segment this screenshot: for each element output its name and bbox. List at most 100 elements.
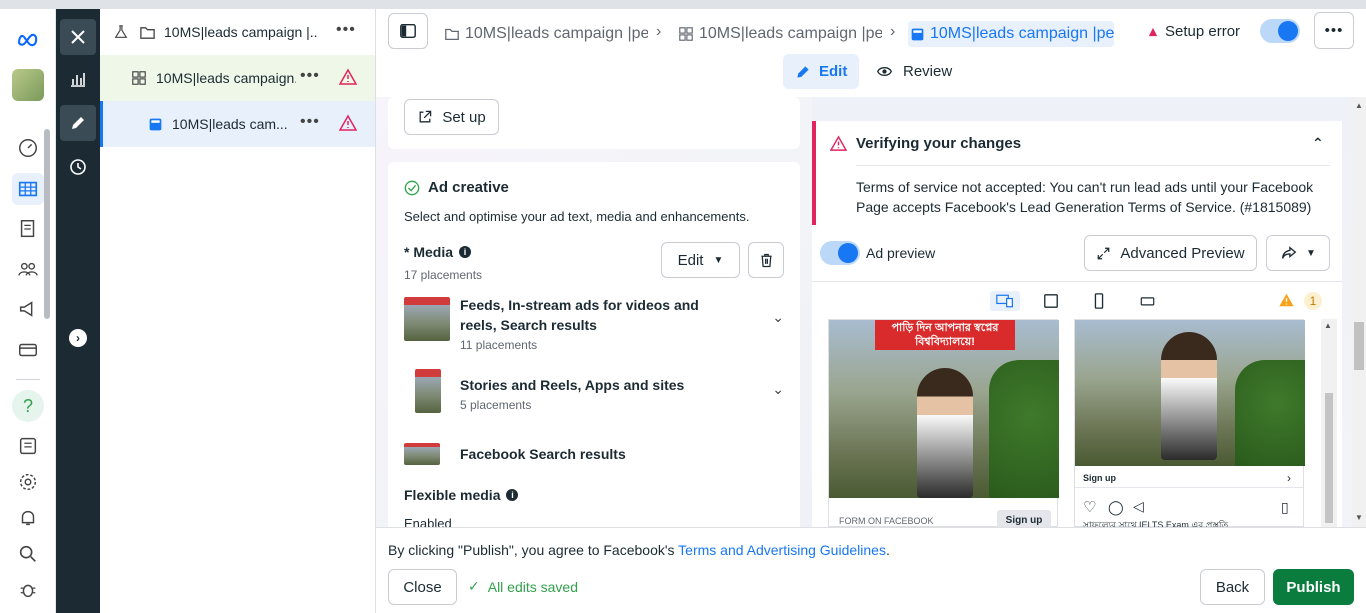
left-navigation-rail: ?: [0, 9, 56, 613]
external-link-icon: [419, 110, 432, 123]
rail-scrollbar[interactable]: [44, 129, 50, 319]
campaigns-megaphone-icon[interactable]: [12, 293, 44, 325]
charts-icon[interactable]: [60, 61, 96, 97]
back-label: Back: [1215, 578, 1250, 596]
advanced-preview-button[interactable]: Advanced Preview: [1084, 235, 1257, 271]
audiences-icon[interactable]: [12, 253, 44, 285]
mockup-caption: সাফল্যের সাথে IELTS Exam এর প্রস্তুতি: [1083, 520, 1229, 527]
breadcrumb-adset-label: 10MS|leads campaign |pe: [699, 25, 882, 42]
pages-icon[interactable]: [12, 213, 44, 245]
desktop-mobile-icon[interactable]: [990, 291, 1020, 311]
landscape-format-icon[interactable]: [1136, 291, 1158, 311]
close-button[interactable]: Close: [388, 569, 457, 605]
chevron-down-icon[interactable]: ⌄: [772, 381, 784, 398]
ad-image-headline: পাড়ি দিন আপনার স্বপ্নের বিশ্ববিদ্যালয়ে!: [875, 320, 1015, 350]
ad-preview-toggle[interactable]: [820, 241, 860, 265]
expand-chevron-icon[interactable]: ›: [69, 329, 87, 347]
info-icon[interactable]: i: [506, 489, 519, 501]
publish-label: Publish: [1286, 578, 1341, 596]
breadcrumb-campaign-label: 10MS|leads campaign |pe: [465, 25, 648, 42]
history-clock-icon[interactable]: [60, 149, 96, 185]
publish-consent-text: By clicking "Publish", you agree to Face…: [388, 542, 890, 558]
tree-item-adset[interactable]: 10MS|leads campaign... •••: [100, 55, 375, 101]
device-selector: 1: [812, 281, 1342, 319]
collapse-chevron-icon[interactable]: ⌃: [1312, 135, 1324, 152]
ad-creative-title: Ad creative: [428, 179, 509, 196]
media-edit-dropdown[interactable]: Edit ▼: [661, 242, 740, 278]
close-editor-icon[interactable]: [60, 19, 96, 55]
help-icon[interactable]: ?: [12, 390, 44, 422]
tree-item-ad[interactable]: 10MS|leads cam... •••: [100, 101, 375, 147]
tree-item-campaign[interactable]: 10MS|leads campaign |... •••: [100, 9, 375, 55]
trash-icon: [760, 253, 772, 267]
report-bug-icon[interactable]: [12, 574, 44, 606]
notifications-bell-icon[interactable]: [12, 502, 44, 534]
preview-scrollbar[interactable]: ▲ ▼: [1352, 97, 1366, 527]
feed-ad-mockup[interactable]: পাড়ি দিন আপনার স্বপ্নের বিশ্ববিদ্যালয়ে!…: [828, 319, 1059, 527]
breadcrumb-chevron-icon: ›: [890, 23, 896, 40]
settings-gear-icon[interactable]: [12, 466, 44, 498]
edit-mode-button[interactable]: Edit: [783, 54, 860, 89]
more-menu-button[interactable]: •••: [1314, 12, 1354, 49]
save-status: ✓ All edits saved: [468, 578, 578, 595]
set-up-button[interactable]: Set up: [404, 99, 499, 135]
set-up-label: Set up: [442, 108, 486, 126]
ad-preview-mockups: পাড়ি দিন আপনার স্বপ্নের বিশ্ববিদ্যালয়ে!…: [812, 319, 1342, 527]
back-button[interactable]: Back: [1200, 569, 1265, 605]
more-options-icon: •••: [1324, 22, 1344, 39]
media-label: * Media: [404, 244, 454, 260]
placement-title: Stories and Reels, Apps and sites: [460, 377, 685, 393]
media-edit-label: Edit: [677, 251, 704, 269]
verify-message: Terms of service not accepted: You can't…: [856, 179, 1314, 215]
consent-prefix: By clicking "Publish", you agree to Face…: [388, 542, 679, 558]
breadcrumb-ad[interactable]: 10MS|leads campaign |pe: [908, 21, 1114, 47]
instagram-ad-mockup[interactable]: Sign up › ♡ ◯ ◁ ▯ সাফল্যের সাথে IELTS Ex…: [1074, 319, 1305, 527]
square-format-icon[interactable]: [1040, 291, 1062, 311]
terms-link[interactable]: Terms and Advertising Guidelines: [678, 542, 886, 558]
more-options-icon[interactable]: •••: [300, 67, 320, 85]
preview-toolbar: Ad preview Advanced Preview ▼: [812, 225, 1342, 281]
error-triangle-icon: [1148, 27, 1158, 36]
meta-logo-icon[interactable]: [12, 23, 44, 55]
edit-mode-label: Edit: [819, 63, 848, 80]
vertical-format-icon[interactable]: [1088, 291, 1110, 311]
breadcrumb-ad-label: 10MS|leads campaign |pe: [930, 25, 1114, 42]
reports-icon[interactable]: [12, 430, 44, 462]
setup-card: Set up: [388, 97, 800, 149]
publish-button[interactable]: Publish: [1273, 569, 1354, 605]
flexible-media-label: Flexible media: [404, 487, 501, 503]
breadcrumb-adset[interactable]: 10MS|leads campaign |pe: [678, 21, 882, 47]
placement-search[interactable]: Facebook Search results: [404, 441, 784, 467]
verify-changes-banner: Verifying your changes ⌃ Terms of servic…: [812, 121, 1342, 225]
preview-inner-scrollbar[interactable]: ▲: [1321, 319, 1337, 527]
search-icon[interactable]: [12, 538, 44, 570]
breadcrumb-campaign[interactable]: 10MS|leads campaign |pe: [444, 21, 648, 47]
review-mode-button[interactable]: Review: [864, 54, 964, 89]
chevron-down-icon[interactable]: ⌄: [772, 309, 784, 326]
placement-stories[interactable]: Stories and Reels, Apps and sites 5 plac…: [404, 367, 784, 417]
more-options-icon[interactable]: •••: [336, 21, 356, 39]
more-options-icon[interactable]: •••: [300, 113, 320, 131]
ad-icon: [910, 27, 925, 42]
ads-manager-table-icon[interactable]: [12, 173, 44, 205]
info-icon[interactable]: i: [459, 246, 472, 258]
edit-pencil-icon[interactable]: [60, 105, 96, 141]
delete-media-button[interactable]: [748, 242, 784, 278]
share-preview-button[interactable]: ▼: [1266, 235, 1330, 271]
toggle-sidebar-button[interactable]: [388, 13, 428, 49]
dashboard-gauge-icon[interactable]: [12, 132, 44, 164]
folder-icon: [138, 23, 156, 41]
media-heading: * Media i: [404, 244, 472, 260]
sidebar-panel-icon: [400, 23, 416, 39]
advanced-preview-label: Advanced Preview: [1120, 244, 1245, 262]
folder-icon: [444, 26, 460, 42]
ad-status-toggle[interactable]: [1260, 19, 1300, 43]
account-avatar[interactable]: [12, 69, 44, 101]
billing-card-icon[interactable]: [12, 334, 44, 366]
editor-header: 10MS|leads campaign |pe › 10MS|leads cam…: [376, 9, 1366, 97]
adset-grid-icon: [130, 69, 148, 87]
tree-campaign-label: 10MS|leads campaign |...: [164, 24, 319, 40]
placement-feeds[interactable]: Feeds, In-stream ads for videos and reel…: [404, 295, 784, 355]
warning-filled-icon[interactable]: [1278, 292, 1295, 308]
setup-error-status[interactable]: Setup error: [1148, 23, 1240, 40]
